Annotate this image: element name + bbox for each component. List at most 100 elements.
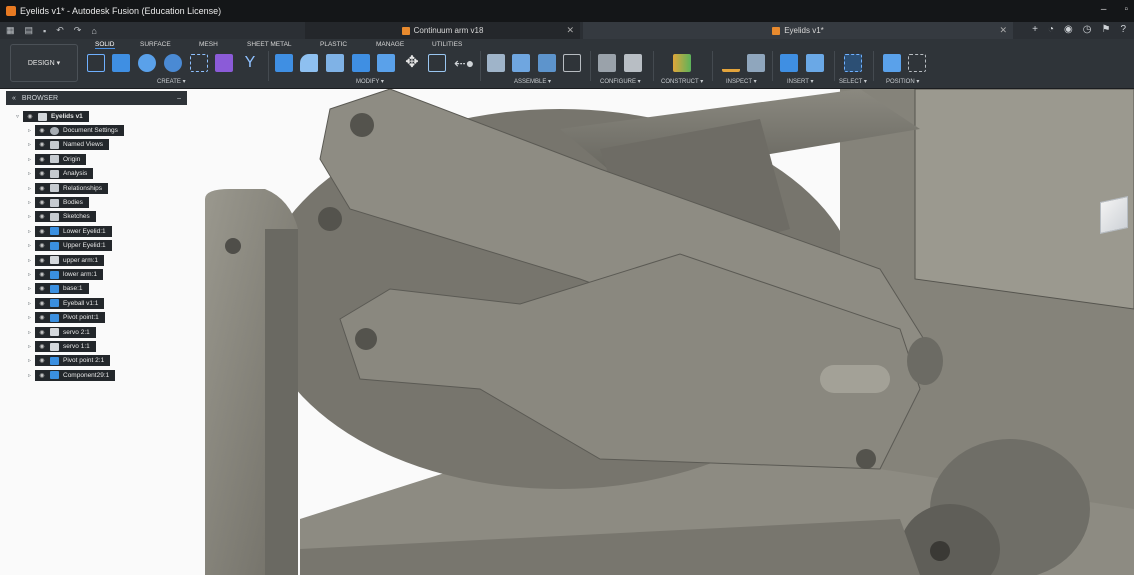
tree-node[interactable]: ◉ servo 1:1	[35, 341, 96, 352]
expand-arrow-icon[interactable]: ▹	[28, 228, 35, 235]
list-item[interactable]: ▹ ◉ Document Settings	[28, 125, 124, 136]
visibility-eye-icon[interactable]: ◉	[37, 343, 47, 350]
pattern-icon[interactable]	[190, 54, 208, 72]
hole-icon[interactable]	[164, 54, 182, 72]
expand-arrow-icon[interactable]: ▹	[28, 242, 35, 249]
inspect-group-label[interactable]: INSPECT ▾	[726, 78, 757, 85]
tab-solid[interactable]: SOLID	[95, 41, 115, 49]
tree-node[interactable]: ◉ Sketches	[35, 211, 96, 223]
tree-node[interactable]: ◉ Document Settings	[35, 125, 124, 136]
expand-arrow-icon[interactable]: ▹	[28, 271, 35, 278]
new-tab-icon[interactable]: +	[1032, 24, 1038, 35]
visibility-eye-icon[interactable]: ◉	[37, 300, 47, 307]
list-item[interactable]: ▹ ◉ Pivot point:1	[28, 312, 105, 324]
tree-node[interactable]: ◉ Eyeball v1:1	[35, 297, 105, 309]
list-item[interactable]: ▹ ◉ Pivot point 2:1	[28, 355, 111, 367]
tree-node[interactable]: ◉ Origin	[35, 153, 87, 165]
capture-position-icon[interactable]	[883, 54, 901, 72]
expand-arrow-icon[interactable]: ▹	[28, 185, 35, 192]
list-item[interactable]: ▹ ◉ lower arm:1	[28, 269, 103, 280]
expand-arrow-icon[interactable]: ▹	[28, 314, 35, 321]
select-group-label[interactable]: SELECT ▾	[839, 78, 867, 85]
interference-icon[interactable]	[747, 54, 765, 72]
visibility-eye-icon[interactable]: ◉	[37, 329, 47, 336]
configure-icon[interactable]	[598, 54, 616, 72]
expand-arrow-icon[interactable]: ▹	[28, 141, 35, 148]
select-icon[interactable]	[844, 54, 862, 72]
visibility-eye-icon[interactable]: ◉	[37, 141, 47, 148]
job-status-icon[interactable]: ◔	[1048, 24, 1054, 35]
minimize-browser-icon[interactable]: –	[177, 95, 181, 102]
joint-origin-icon[interactable]	[563, 54, 581, 72]
help-icon[interactable]: ?	[1120, 24, 1126, 35]
as-built-joint-icon[interactable]	[538, 54, 556, 72]
visibility-eye-icon[interactable]: ◉	[37, 257, 47, 264]
tree-node[interactable]: ◉ Analysis	[35, 168, 94, 180]
tab-sheet-metal[interactable]: SHEET METAL	[247, 41, 292, 48]
tab-utilities[interactable]: UTILITIES	[432, 41, 462, 48]
tab-plastic[interactable]: PLASTIC	[320, 41, 347, 48]
combine-icon[interactable]	[377, 54, 395, 72]
pivot-pin[interactable]	[820, 365, 890, 393]
tree-node[interactable]: ◉ Upper Eyelid:1	[35, 240, 112, 252]
visibility-eye-icon[interactable]: ◉	[37, 372, 47, 379]
pivot-cap[interactable]	[907, 337, 943, 385]
insert-group-label[interactable]: INSERT ▾	[787, 78, 813, 85]
tree-node[interactable]: ◉ servo 2:1	[35, 326, 96, 338]
visibility-eye-icon[interactable]: ◉	[37, 199, 47, 206]
offset-plane-icon[interactable]	[673, 54, 691, 72]
fillet-icon[interactable]	[300, 54, 318, 72]
list-item[interactable]: ▹ ◉ Origin	[28, 153, 87, 165]
insert-derive-icon[interactable]	[780, 54, 798, 72]
modify-group-label[interactable]: MODIFY ▾	[356, 78, 384, 85]
visibility-eye-icon[interactable]: ◉	[37, 285, 47, 292]
list-item[interactable]: ▹ ◉ Component29:1	[28, 369, 116, 381]
workspace-switcher[interactable]: DESIGN ▾	[10, 44, 78, 82]
expand-arrow-icon[interactable]: ▹	[28, 285, 35, 292]
list-item[interactable]: ▹ ◉ Upper Eyelid:1	[28, 240, 112, 252]
tab-eyelids[interactable]: Eyelids v1* ✕	[583, 22, 1013, 39]
create-sketch-icon[interactable]	[87, 54, 105, 72]
expand-arrow-icon[interactable]: ▹	[28, 170, 35, 177]
visibility-eye-icon[interactable]: ◉	[25, 113, 35, 120]
tab-surface[interactable]: SURFACE	[140, 41, 171, 48]
visibility-eye-icon[interactable]: ◉	[37, 314, 47, 321]
tree-node[interactable]: ◉ lower arm:1	[35, 269, 103, 280]
tree-node[interactable]: ◉ Relationships	[35, 182, 109, 194]
insert-image-icon[interactable]	[806, 54, 824, 72]
expand-arrow-icon[interactable]: ▹	[28, 213, 35, 220]
chamfer-icon[interactable]	[326, 54, 344, 72]
tree-node[interactable]: ◉ Named Views	[35, 139, 109, 151]
expand-arrow-icon[interactable]: ▹	[28, 257, 35, 264]
move-icon[interactable]: ✥	[403, 54, 421, 72]
file-menu-icon[interactable]: ▤	[25, 25, 34, 36]
frame-panel[interactable]	[914, 89, 1134, 310]
list-item[interactable]: ▹ ◉ Named Views	[28, 139, 109, 151]
configure-group-label[interactable]: CONFIGURE ▾	[600, 78, 641, 85]
assemble-group-label[interactable]: ASSEMBLE ▾	[514, 78, 551, 85]
tree-node[interactable]: ◉ Component29:1	[35, 369, 116, 381]
new-component-icon[interactable]	[215, 54, 233, 72]
tree-node[interactable]: ◉ Eyelids v1	[23, 111, 89, 122]
minimize-button[interactable]: –	[1101, 4, 1107, 15]
configuration-table-icon[interactable]	[624, 54, 642, 72]
list-item[interactable]: ▹ ◉ Eyeball v1:1	[28, 297, 105, 309]
visibility-eye-icon[interactable]: ◉	[37, 213, 47, 220]
tab-manage[interactable]: MANAGE	[376, 41, 404, 48]
grid-menu-icon[interactable]: ▦	[6, 25, 15, 36]
shell-icon[interactable]	[352, 54, 370, 72]
tree-node[interactable]: ◉ Bodies	[35, 197, 89, 208]
extrude-icon[interactable]	[112, 54, 130, 72]
close-tab-icon[interactable]: ✕	[999, 25, 1007, 36]
visibility-eye-icon[interactable]: ◉	[37, 170, 47, 177]
align-icon[interactable]: ⇠●	[454, 54, 474, 72]
expand-arrow-icon[interactable]: ▹	[28, 343, 35, 350]
home-icon[interactable]: ⌂	[91, 26, 96, 36]
extensions-icon[interactable]: ◉	[1064, 24, 1073, 35]
list-item[interactable]: ▹ ◉ upper arm:1	[28, 254, 105, 266]
visibility-eye-icon[interactable]: ◉	[37, 185, 47, 192]
revert-position-icon[interactable]	[908, 54, 926, 72]
list-item[interactable]: ▹ ◉ Lower Eyelid:1	[28, 225, 112, 237]
revolve-icon[interactable]	[138, 54, 156, 72]
visibility-eye-icon[interactable]: ◉	[37, 228, 47, 235]
